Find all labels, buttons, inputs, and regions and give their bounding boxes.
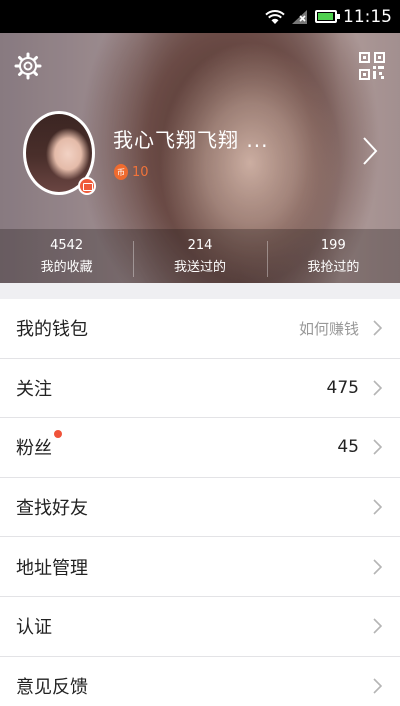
- stat-favorites[interactable]: 4542 我的收藏: [0, 229, 133, 283]
- chevron-right-icon: [373, 678, 382, 694]
- menu-item-label: 粉丝: [16, 430, 62, 460]
- coin-icon: 币: [114, 164, 128, 180]
- coin-value: 10: [132, 164, 149, 180]
- status-bar: 11:15: [0, 0, 400, 33]
- chevron-right-icon: [373, 499, 382, 515]
- menu-item-address[interactable]: 地址管理: [0, 537, 400, 597]
- battery-icon: [315, 10, 340, 23]
- menu-item-verification[interactable]: 认证: [0, 597, 400, 657]
- menu-item-value: 如何赚钱: [298, 319, 359, 338]
- menu-item-label: 认证: [16, 617, 52, 639]
- stats-bar: 4542 我的收藏 214 我送过的 199 我抢过的: [0, 229, 400, 283]
- profile-arrow-icon[interactable]: [362, 136, 378, 166]
- chevron-right-icon: [373, 380, 382, 396]
- status-time: 11:15: [343, 6, 392, 27]
- stat-count: 4542: [50, 237, 84, 253]
- stat-count: 199: [320, 237, 346, 253]
- stat-label: 我的收藏: [40, 259, 93, 275]
- menu-item-label: 我的钱包: [16, 319, 88, 341]
- menu-item-label: 关注: [16, 378, 52, 400]
- notification-dot: [54, 430, 62, 439]
- chevron-right-icon: [373, 320, 382, 336]
- chevron-right-icon: [373, 618, 382, 634]
- menu-item-following[interactable]: 关注 475: [0, 359, 400, 419]
- stat-label: 我抢过的: [307, 259, 360, 275]
- menu-item-label: 意见反馈: [16, 677, 88, 699]
- settings-gear-icon[interactable]: [14, 52, 42, 80]
- stat-sent[interactable]: 214 我送过的: [133, 229, 266, 283]
- nickname[interactable]: 我心飞翔飞翔 ...: [113, 124, 268, 153]
- chevron-right-icon: [373, 559, 382, 575]
- menu-item-value: 475: [326, 377, 359, 398]
- signal-icon: [292, 9, 307, 24]
- menu-item-label: 查找好友: [16, 498, 88, 520]
- menu-item-label-text: 粉丝: [16, 438, 52, 460]
- profile-header: 我心飞翔飞翔 ... 币 10 4542 我的收藏 214 我送过的 199 我…: [0, 33, 400, 283]
- menu-item-feedback[interactable]: 意见反馈: [0, 657, 400, 706]
- menu-item-value: 45: [337, 437, 359, 458]
- menu-item-find-friends[interactable]: 查找好友: [0, 478, 400, 538]
- menu-item-label: 地址管理: [16, 557, 88, 579]
- stat-label: 我送过的: [173, 259, 226, 275]
- menu-item-wallet[interactable]: 我的钱包 如何赚钱: [0, 299, 400, 359]
- stat-count: 214: [187, 237, 213, 253]
- chevron-right-icon: [373, 439, 382, 456]
- coin-balance: 币 10: [114, 164, 149, 180]
- store-badge-icon: [78, 177, 96, 195]
- qr-code-icon[interactable]: [359, 52, 385, 80]
- menu-list: 我的钱包 如何赚钱 关注 475 粉丝 45 查找好友 地址管理 认证 意见反馈: [0, 299, 400, 706]
- stat-grabbed[interactable]: 199 我抢过的: [266, 229, 400, 283]
- menu-item-fans[interactable]: 粉丝 45: [0, 418, 400, 478]
- wifi-icon: [265, 9, 285, 24]
